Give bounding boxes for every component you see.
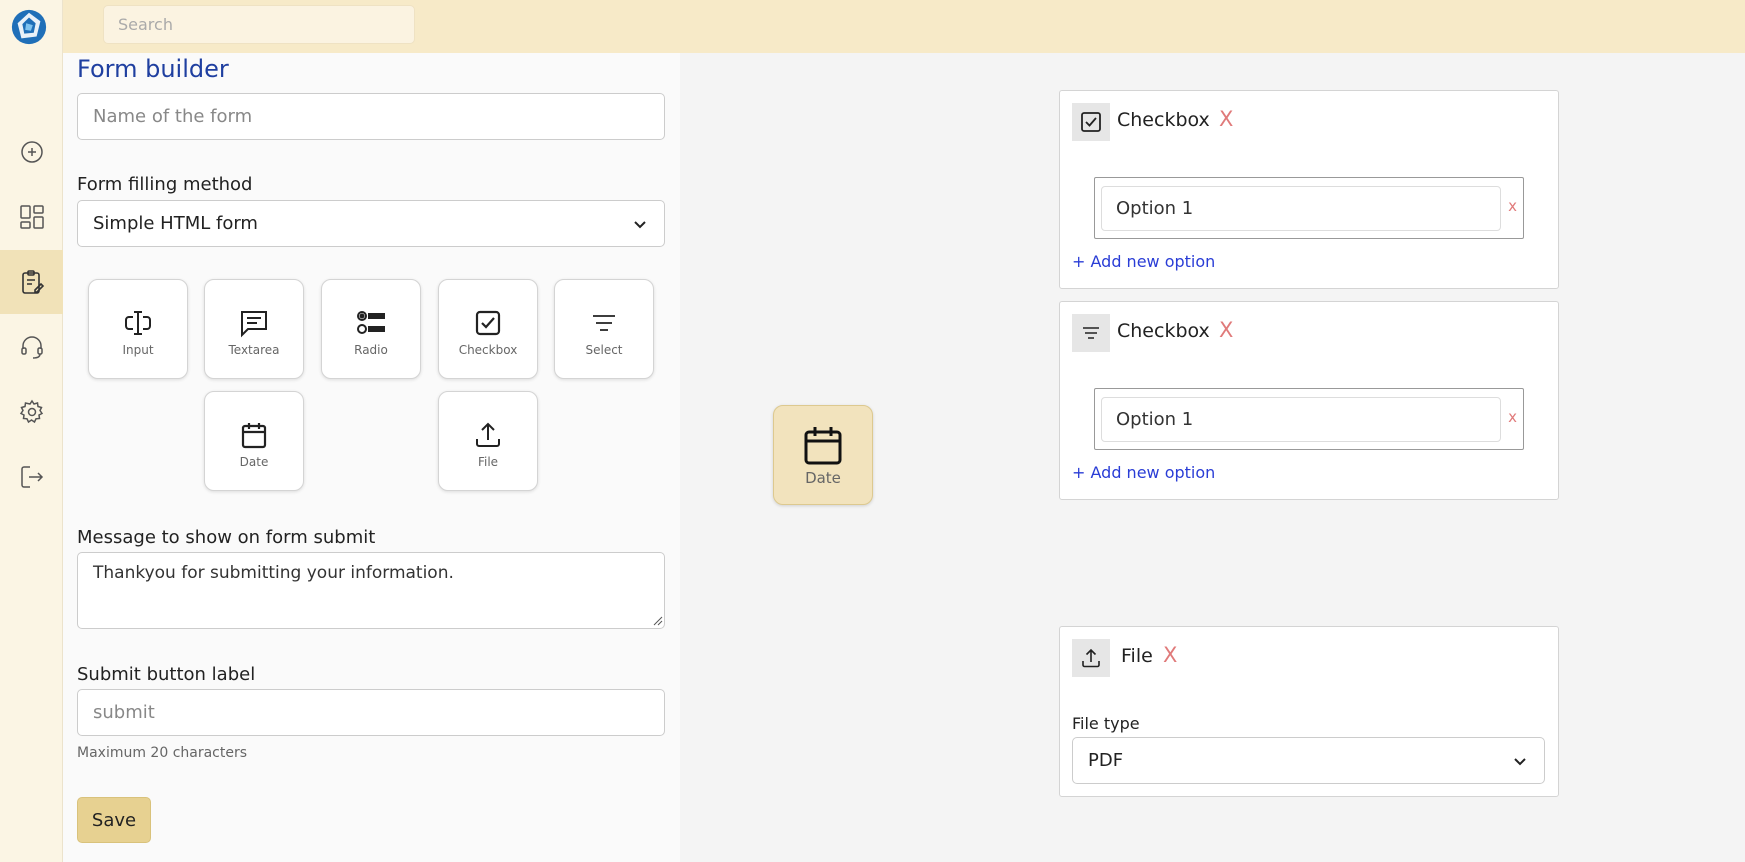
search-input[interactable]	[103, 5, 415, 44]
method-select[interactable]: Simple HTML form	[77, 200, 665, 247]
gear-icon	[19, 399, 43, 424]
submit-hint: Maximum 20 characters	[77, 745, 248, 761]
save-button[interactable]: Save	[77, 797, 151, 843]
remove-field-button[interactable]: X	[1219, 318, 1233, 342]
file-type-select[interactable]: PDF	[1072, 737, 1545, 784]
radio-list-icon	[357, 311, 385, 334]
option-input[interactable]	[1101, 186, 1501, 231]
sidebar-item-support[interactable]	[0, 315, 63, 379]
plus-circle-icon	[20, 141, 43, 163]
message-label: Message to show on form submit	[77, 527, 376, 548]
sidebar-item-add[interactable]	[0, 120, 63, 184]
tile-checkbox[interactable]: Checkbox	[438, 279, 538, 379]
card-type-icon	[1072, 314, 1110, 352]
field-card-file[interactable]: File X File type PDF	[1059, 626, 1559, 797]
submit-label: Submit button label	[77, 664, 256, 685]
field-card-checkbox[interactable]: Checkbox X x + Add new option	[1059, 90, 1559, 289]
clipboard-edit-icon	[21, 270, 44, 294]
select-lines-icon	[593, 315, 615, 331]
submit-message-textarea[interactable]: Thankyou for submitting your information…	[77, 552, 665, 629]
headset-icon	[20, 336, 43, 359]
sidebar-item-dashboard[interactable]	[0, 185, 63, 249]
app-logo-icon[interactable]	[10, 8, 48, 46]
tile-label: Select	[585, 343, 623, 357]
option-input[interactable]	[1101, 397, 1501, 442]
tile-label: Input	[122, 343, 154, 357]
tile-label: File	[477, 455, 499, 469]
card-title: Checkbox	[1117, 109, 1210, 131]
method-label: Form filling method	[77, 174, 253, 195]
logout-icon	[20, 466, 43, 488]
tile-radio[interactable]: Radio	[321, 279, 421, 379]
top-bar	[0, 0, 1745, 53]
remove-field-button[interactable]: X	[1163, 643, 1177, 667]
tile-label: Checkbox	[458, 343, 518, 357]
sidebar-item-settings[interactable]	[0, 380, 63, 444]
file-type-label: File type	[1072, 714, 1140, 733]
dashboard-icon	[19, 205, 44, 229]
tile-label: Radio	[354, 343, 388, 357]
page-title: Form builder	[77, 55, 229, 83]
text-cursor-icon	[125, 311, 151, 335]
card-type-icon	[1072, 103, 1110, 141]
file-type-value: PDF	[1088, 750, 1124, 771]
sidebar-item-logout[interactable]	[0, 445, 63, 509]
calendar-icon	[804, 427, 842, 465]
tile-date[interactable]: Date	[204, 391, 304, 491]
add-option-link[interactable]: + Add new option	[1072, 463, 1215, 482]
dragging-label: Date	[805, 469, 841, 487]
checkbox-icon	[475, 310, 501, 336]
upload-icon	[1082, 648, 1100, 668]
sidebar-item-forms[interactable]	[0, 250, 63, 314]
tile-select[interactable]: Select	[554, 279, 654, 379]
select-lines-icon	[1083, 327, 1099, 339]
tile-textarea[interactable]: Textarea	[204, 279, 304, 379]
remove-option-button[interactable]: x	[1508, 197, 1517, 215]
chevron-down-icon	[1514, 758, 1526, 766]
tile-label: Date	[239, 455, 269, 469]
checkbox-icon	[1081, 112, 1101, 132]
upload-icon	[476, 422, 500, 447]
form-builder-panel: Form builder Form filling method Simple …	[63, 53, 680, 862]
option-row: x	[1094, 177, 1524, 239]
message-square-icon	[241, 311, 267, 338]
chevron-down-icon	[634, 221, 646, 229]
method-select-value: Simple HTML form	[93, 213, 258, 234]
submit-label-input[interactable]	[77, 689, 665, 736]
add-option-link[interactable]: + Add new option	[1072, 252, 1215, 271]
resize-handle-icon[interactable]	[653, 616, 663, 626]
tile-file[interactable]: File	[438, 391, 538, 491]
card-type-icon	[1072, 639, 1110, 677]
calendar-icon	[241, 423, 267, 449]
remove-option-button[interactable]: x	[1508, 408, 1517, 426]
tile-label: Textarea	[228, 343, 280, 357]
card-title: Checkbox	[1117, 320, 1210, 342]
form-name-input[interactable]	[77, 93, 665, 140]
option-row: x	[1094, 388, 1524, 450]
card-title: File	[1121, 645, 1153, 667]
sidebar	[0, 0, 63, 862]
tile-input[interactable]: Input	[88, 279, 188, 379]
remove-field-button[interactable]: X	[1219, 107, 1233, 131]
dragging-date-tile[interactable]: Date	[773, 405, 873, 505]
field-card-checkbox[interactable]: Checkbox X x + Add new option	[1059, 301, 1559, 500]
